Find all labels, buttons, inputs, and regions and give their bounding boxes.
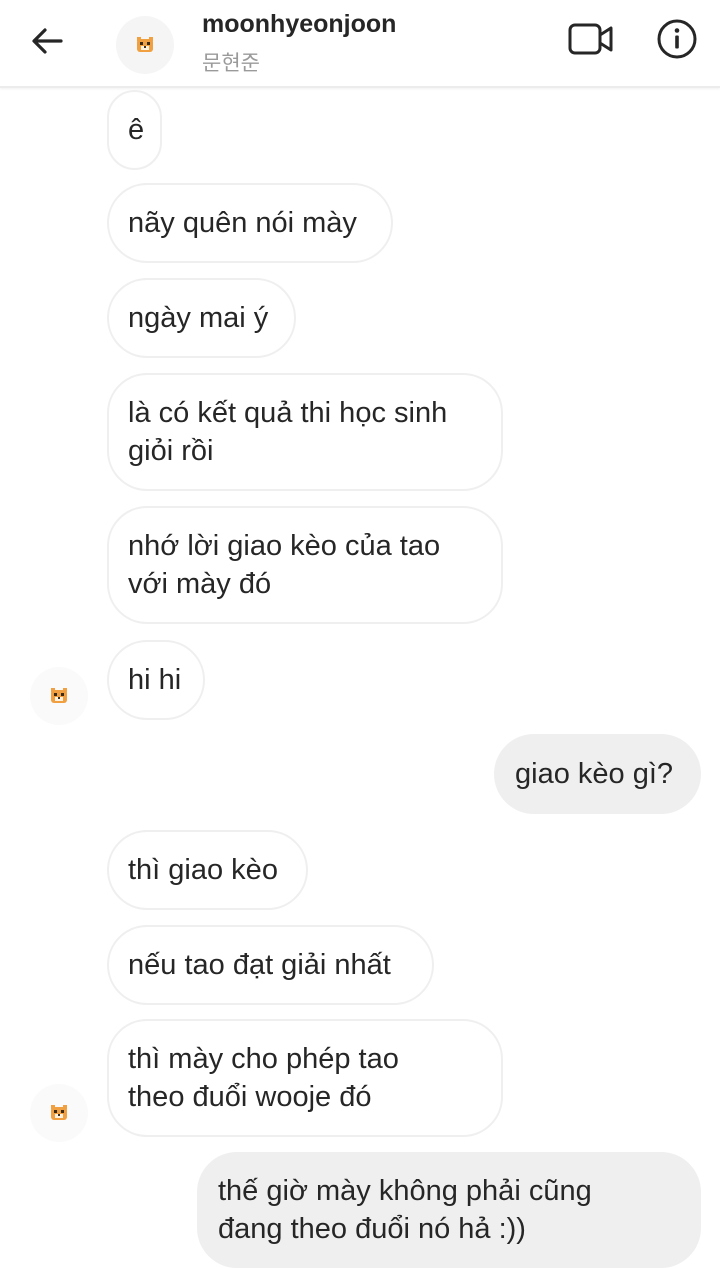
message-bubble-incoming[interactable]: nhớ lời giao kèo của tao với mày đó [107,506,503,624]
video-call-icon [568,23,613,55]
message-bubble-incoming[interactable]: là có kết quả thi học sinh giỏi rồi [107,373,503,491]
message-bubble-incoming[interactable]: nếu tao đạt giải nhất [107,925,434,1005]
info-icon [657,19,697,59]
avatar[interactable] [116,16,174,74]
message-bubble-incoming[interactable]: nãy quên nói mày [107,183,393,263]
chat-header: moonhyeonjoon 문현준 [0,0,720,88]
message-bubble-incoming[interactable]: ê [107,90,162,170]
message-bubble-incoming[interactable]: ngày mai ý [107,278,296,358]
tiger-avatar-icon [51,688,67,703]
tiger-avatar-icon [137,37,153,52]
tiger-avatar-icon [51,1105,67,1120]
back-button[interactable] [26,20,68,62]
video-call-button[interactable] [566,18,616,60]
sender-avatar[interactable] [30,667,88,725]
message-bubble-incoming[interactable]: hi hi [107,640,205,720]
info-button[interactable] [654,16,700,62]
sender-avatar[interactable] [30,1084,88,1142]
back-arrow-icon [32,28,63,54]
message-bubble-incoming[interactable]: thì giao kèo [107,830,308,910]
chat-subtitle: 문현준 [202,51,260,75]
message-bubble-outgoing[interactable]: giao kèo gì? [494,734,701,814]
message-bubble-outgoing[interactable]: thế giờ mày không phải cũng đang theo đu… [197,1152,701,1268]
chat-username[interactable]: moonhyeonjoon [202,10,396,39]
message-bubble-incoming[interactable]: thì mày cho phép tao theo đuổi wooje đó [107,1019,503,1137]
